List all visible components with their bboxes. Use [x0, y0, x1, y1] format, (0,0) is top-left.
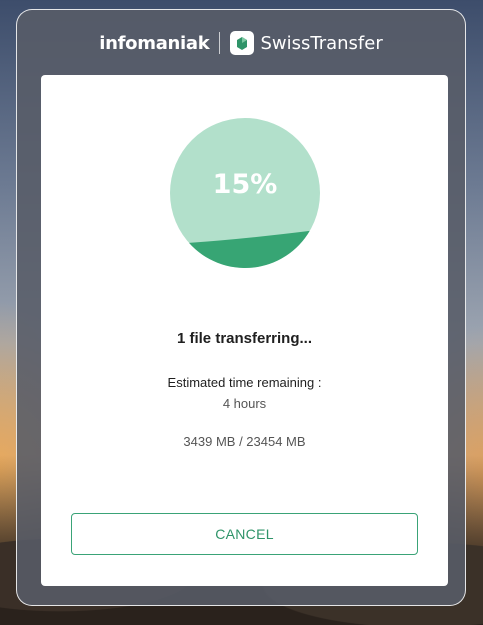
infomaniak-logo-text: infomaniak — [99, 32, 210, 54]
brand-header: infomaniak SwissTransfer — [17, 30, 465, 56]
progress-percent: 15% — [212, 169, 278, 200]
progress-card: 15% 1 file transferring... Estimated tim… — [41, 75, 448, 586]
swisstransfer-logo-text: SwissTransfer — [260, 32, 383, 54]
brand-divider — [219, 32, 221, 54]
eta-label: Estimated time remaining : — [167, 375, 322, 390]
progress-pie: 15% — [169, 117, 321, 269]
transfer-size: 3439 MB / 23454 MB — [183, 434, 306, 449]
swisstransfer-logo-icon — [230, 31, 255, 55]
transfer-status: 1 file transferring... — [176, 330, 313, 347]
eta-value: 4 hours — [222, 396, 267, 411]
upload-progress-panel: infomaniak SwissTransfer 15% 1 file tran… — [16, 9, 466, 606]
cancel-button[interactable]: CANCEL — [71, 513, 418, 555]
